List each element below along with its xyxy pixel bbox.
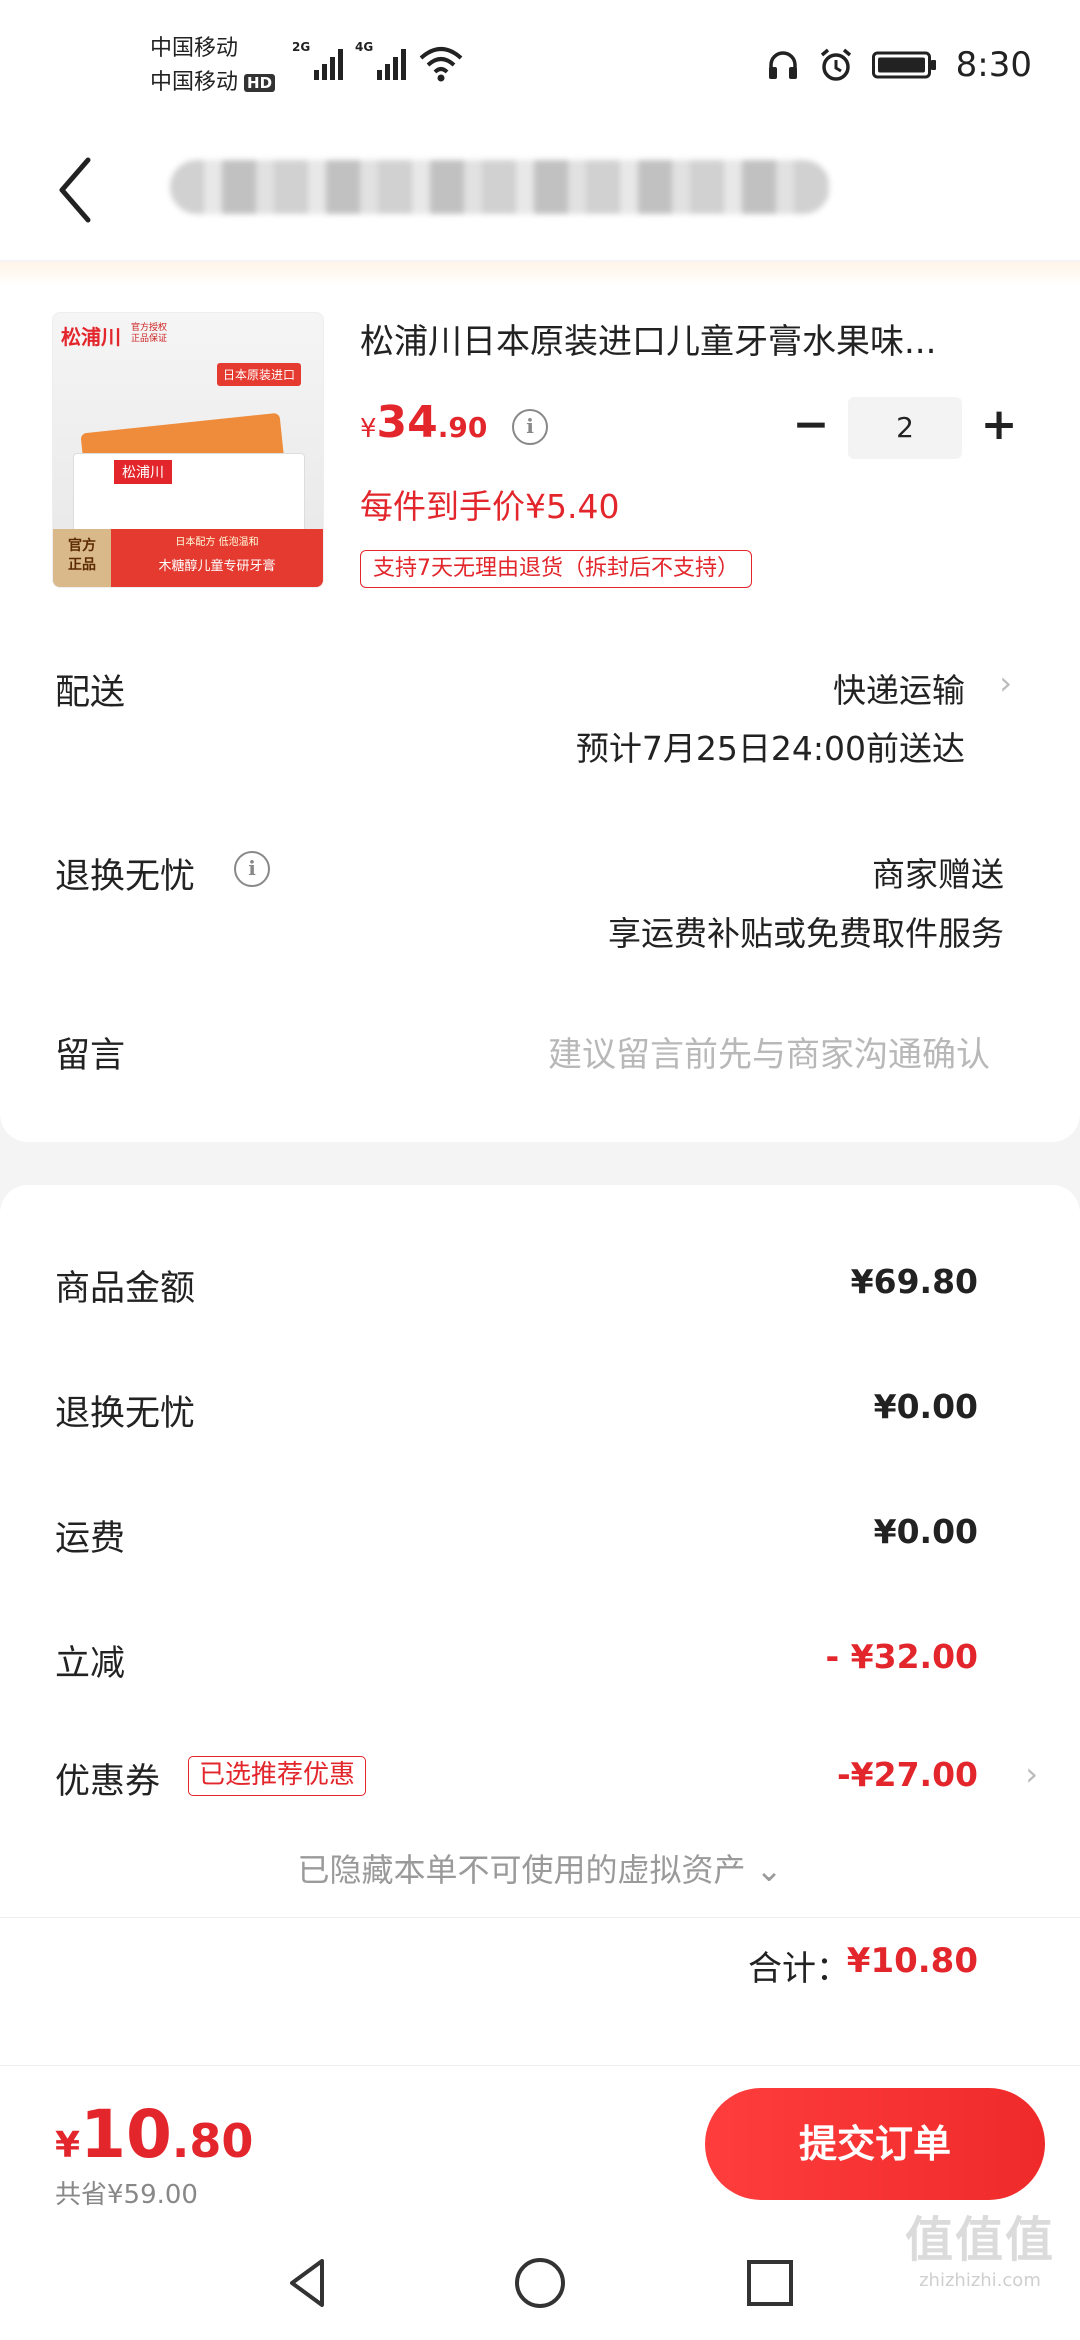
coupon-tag: 已选推荐优惠 xyxy=(188,1756,367,1796)
instant-discount-value: - ¥32.00 xyxy=(825,1637,978,1676)
total-saved: 共省¥59.00 xyxy=(55,2180,198,2210)
goods-amount-label: 商品金额 xyxy=(55,1269,196,1309)
worry-free-fee-value: ¥0.00 xyxy=(873,1387,978,1426)
total-value: ¥10.80 xyxy=(846,1941,978,1981)
carrier-1: 中国移动 xyxy=(150,36,239,61)
delivery-eta: 预计7月25日24:00前送达 xyxy=(575,729,965,768)
alarm-icon xyxy=(820,48,851,81)
instant-discount-label: 立减 xyxy=(55,1644,126,1684)
shipping-fee-label: 运费 xyxy=(55,1519,126,1559)
return-policy-tag: 支持7天无理由退货（拆封后不支持） xyxy=(360,550,752,588)
battery-icon xyxy=(871,51,936,79)
delivery-method[interactable]: 快递运输 xyxy=(833,664,965,712)
blurred-shop-title xyxy=(170,160,830,214)
nav-back-icon[interactable] xyxy=(278,2253,338,2313)
submit-order-button[interactable]: 提交订单 xyxy=(705,2088,1045,2200)
carrier-info: 中国移动 中国移动 HD xyxy=(150,32,276,100)
chevron-right-icon[interactable]: › xyxy=(1025,1755,1038,1793)
worry-free-label: 退换无忧 xyxy=(55,857,196,897)
worry-free-desc: 享运费补贴或免费取件服务 xyxy=(608,914,1004,953)
product-image[interactable]: 松浦川 官方授权 正品保证 日本原装进口 松浦川 官方 正品 日本配方 低泡温和… xyxy=(52,312,324,588)
status-right: 8:30 xyxy=(766,40,1032,90)
product-title[interactable]: 松浦川日本原装进口儿童牙膏水果味... xyxy=(360,314,1020,363)
worry-free-value: 商家赠送 xyxy=(872,855,1004,894)
divider xyxy=(0,1917,1080,1918)
status-bar: 中国移动 中国移动 HD 2G 4G 8:30 xyxy=(0,0,1080,130)
carrier-2: 中国移动 xyxy=(150,70,239,95)
total-label: 合计： xyxy=(748,1949,850,1989)
decrease-quantity-button[interactable]: − xyxy=(780,397,842,459)
quantity-stepper: − 2 + xyxy=(780,397,1030,459)
worry-free-fee-label: 退换无忧 xyxy=(55,1394,196,1434)
goods-amount-value: ¥69.80 xyxy=(850,1262,978,1301)
quantity-input[interactable]: 2 xyxy=(848,397,962,459)
back-arrow-icon[interactable] xyxy=(50,150,110,230)
shipping-fee-value: ¥0.00 xyxy=(873,1512,978,1551)
nav-home-icon[interactable] xyxy=(510,2253,570,2313)
product-price: ¥34.90 xyxy=(360,397,488,448)
clock: 8:30 xyxy=(955,45,1032,85)
price-summary-card: 商品金额 ¥69.80 退换无忧 ¥0.00 运费 ¥0.00 立减 - ¥32… xyxy=(0,1185,1080,2065)
worry-free-info-icon[interactable]: i xyxy=(234,851,270,887)
message-input[interactable]: 建议留言前先与商家沟通确认 xyxy=(548,1027,990,1076)
coupon-value[interactable]: -¥27.00 xyxy=(837,1755,978,1794)
message-label: 留言 xyxy=(55,1036,126,1076)
headphones-icon xyxy=(768,51,797,79)
delivery-label: 配送 xyxy=(55,673,126,713)
hd-badge: HD xyxy=(244,74,276,92)
chevron-right-icon[interactable]: › xyxy=(999,664,1012,702)
coupon-label: 优惠券 xyxy=(55,1762,161,1802)
site-watermark: 值值值 zhizhizhi.com xyxy=(904,2212,1055,2291)
wifi-icon xyxy=(419,47,463,82)
unit-price: 每件到手价¥5.40 xyxy=(360,487,620,526)
payable-price: ¥10.80 xyxy=(55,2096,254,2173)
hidden-assets-toggle[interactable]: 已隐藏本单不可使用的虚拟资产 ⌄ xyxy=(0,1845,1080,1891)
increase-quantity-button[interactable]: + xyxy=(968,397,1030,459)
nav-recents-icon[interactable] xyxy=(740,2253,800,2313)
order-item-card: 松浦川 官方授权 正品保证 日本原装进口 松浦川 官方 正品 日本配方 低泡温和… xyxy=(0,262,1080,1142)
price-info-icon[interactable]: i xyxy=(512,409,548,445)
page-header xyxy=(0,130,1080,260)
